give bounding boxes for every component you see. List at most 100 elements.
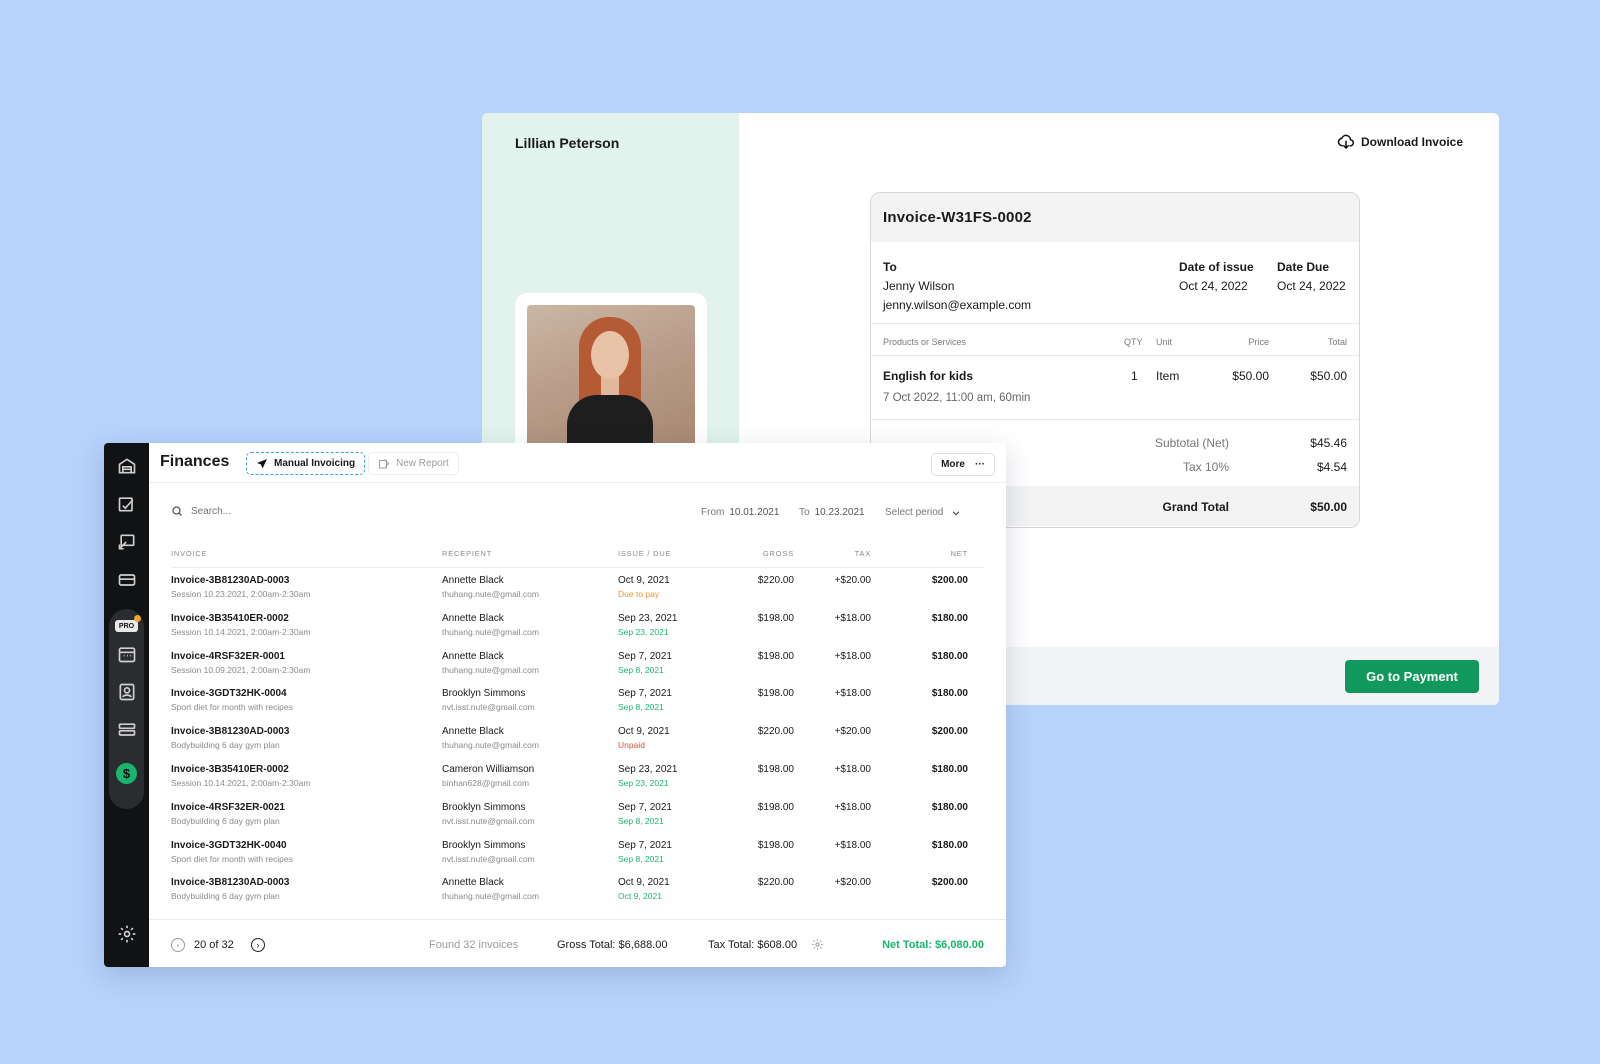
client-photo <box>527 305 695 455</box>
recipient-name: Brooklyn Simmons <box>442 839 526 851</box>
recipient-name: Annette Black <box>442 726 504 738</box>
recipient-name: Brooklyn Simmons <box>442 801 526 813</box>
recipient-name: Annette Black <box>442 650 504 662</box>
screen-share-icon[interactable] <box>116 531 137 552</box>
tax-total: Tax Total: $608.00 <box>708 939 798 951</box>
invoice-line-item: English for kids 7 Oct 2022, 11:00 am, 6… <box>871 356 1359 420</box>
go-to-payment-button[interactable]: Go to Payment <box>1345 660 1479 693</box>
finances-table-header: INVOICE RECEPIENT ISSUE / DUE GROSS TAX … <box>171 544 984 568</box>
invoice-to: To Jenny Wilson jenny.wilson@example.com <box>883 258 1031 315</box>
table-row[interactable]: Invoice-3B35410ER-0002 Session 10.14.2021… <box>171 762 984 800</box>
gross-total: Gross Total: $6,688.00 <box>557 939 668 951</box>
item-unit: Item <box>1156 369 1180 383</box>
recipient-email: nvt.isst.nute@gmail.com <box>442 815 535 826</box>
client-name: Lillian Peterson <box>515 135 620 151</box>
pro-icon[interactable]: PRO <box>115 620 138 632</box>
net-amount: $180.00 <box>931 801 968 813</box>
invoice-description: Session 10.14.2021, 2:00am-2:30am <box>171 626 311 637</box>
calendar-icon[interactable] <box>116 643 137 664</box>
tab-manual-invoicing[interactable]: Manual Invoicing <box>246 452 366 475</box>
finances-table-body: Invoice-3B81230AD-0003 Session 10.23.2021… <box>171 573 984 913</box>
notification-dot <box>134 615 141 622</box>
settings-gear-icon[interactable] <box>116 923 137 944</box>
recipient-name: Brooklyn Simmons <box>442 688 526 700</box>
select-period-dropdown[interactable]: Select period <box>885 507 961 518</box>
gross-amount: $198.00 <box>757 801 794 813</box>
found-count: Found 32 invoices <box>429 939 519 951</box>
prev-page-icon[interactable]: ‹ <box>171 938 185 952</box>
net-amount: $180.00 <box>931 688 968 700</box>
invoice-meta: To Jenny Wilson jenny.wilson@example.com… <box>871 242 1359 324</box>
dollar-icon[interactable]: $ <box>116 763 137 784</box>
col-unit: Unit <box>1156 337 1173 347</box>
table-row[interactable]: Invoice-3GDT32HK-0040 Sport diet for mont… <box>171 838 984 876</box>
card-icon[interactable] <box>116 569 137 590</box>
invoice-description: Sport diet for month with recipes <box>171 702 293 713</box>
invoice-id: Invoice-4RSF32ER-0001 <box>171 650 285 662</box>
table-row[interactable]: Invoice-3B81230AD-0003 Bodybuilding 6 day… <box>171 724 984 762</box>
more-button[interactable]: More ··· <box>931 453 995 476</box>
subtotal-label: Subtotal (Net) <box>1154 436 1229 450</box>
from-label: From <box>701 507 725 518</box>
invoice-description: Bodybuilding 6 day gym plan <box>171 740 280 751</box>
invoice-description: Sport diet for month with recipes <box>171 853 293 864</box>
table-row[interactable]: Invoice-3B81230AD-0003 Session 10.23.2021… <box>171 573 984 611</box>
issue-date: Sep 23, 2021 <box>618 763 678 775</box>
finances-window: PRO $ Finances Manual Invoicing New Repo… <box>104 443 1006 967</box>
issue-date: Sep 7, 2021 <box>618 839 672 851</box>
tax-value: $4.54 <box>1316 460 1347 474</box>
tax-amount: +$18.00 <box>834 688 871 700</box>
invoice-description: Bodybuilding 6 day gym plan <box>171 815 280 826</box>
issue-date: Oct 9, 2021 <box>618 575 670 586</box>
date-to[interactable]: To 10.23.2021 <box>799 507 865 518</box>
table-row[interactable]: Invoice-4RSF32ER-0001 Session 10.09.2021,… <box>171 649 984 687</box>
to-name: Jenny Wilson <box>883 279 955 293</box>
storage-icon[interactable] <box>116 719 137 740</box>
tax-settings-icon[interactable] <box>811 938 824 951</box>
garage-icon[interactable] <box>116 455 137 476</box>
net-amount: $200.00 <box>931 575 968 586</box>
col-gross: GROSS <box>762 549 794 558</box>
col-recipient: RECEPIENT <box>442 549 493 558</box>
col-price: Price <box>1248 337 1269 347</box>
col-tax: TAX <box>854 549 871 558</box>
edit-board-icon[interactable] <box>116 493 137 514</box>
invoice-id: Invoice-3B35410ER-0002 <box>171 612 289 624</box>
download-invoice-button[interactable]: Download Invoice <box>1337 133 1463 151</box>
search-box[interactable] <box>171 505 351 517</box>
to-email: jenny.wilson@example.com <box>883 298 1032 312</box>
invoice-description: Session 10.14.2021, 2:00am-2:30am <box>171 777 311 788</box>
chevron-down-icon <box>953 510 960 516</box>
tax-amount: +$20.00 <box>834 575 871 586</box>
table-row[interactable]: Invoice-3B35410ER-0002 Session 10.14.2021… <box>171 611 984 649</box>
table-row[interactable]: Invoice-4RSF32ER-0021 Bodybuilding 6 day … <box>171 800 984 838</box>
issue-date: Oct 9, 2021 <box>618 877 670 889</box>
contact-icon[interactable] <box>116 681 137 702</box>
search-icon <box>172 506 182 516</box>
table-row[interactable]: Invoice-3B81230AD-0003 Bodybuilding 6 day… <box>171 875 984 913</box>
invoice-id: Invoice-3B81230AD-0003 <box>171 575 290 586</box>
gross-amount: $220.00 <box>757 877 794 889</box>
item-total: $50.00 <box>1310 369 1347 383</box>
recipient-email: thuhang.nute@gmail.com <box>442 740 539 751</box>
table-row[interactable]: Invoice-3GDT32HK-0004 Sport diet for mont… <box>171 686 984 724</box>
next-page-icon[interactable]: › <box>251 938 265 952</box>
col-net: NET <box>950 549 968 558</box>
net-amount: $180.00 <box>931 650 968 662</box>
issue-date: Oct 24, 2022 <box>1179 279 1248 293</box>
period-label: Select period <box>885 507 944 518</box>
finances-footer: ‹ 20 of 32 › Found 32 invoices Gross Tot… <box>149 919 1006 967</box>
date-from[interactable]: From 10.01.2021 <box>701 507 779 518</box>
ellipsis-icon: ··· <box>975 459 985 470</box>
grand-total-label: Grand Total <box>1162 500 1229 514</box>
to-value: 10.23.2021 <box>814 507 865 518</box>
sidebar: PRO $ <box>104 443 149 967</box>
tab-new-report-label: New Report <box>396 458 449 469</box>
finances-header: Finances Manual Invoicing New Report Mor… <box>149 443 1006 483</box>
col-invoice: INVOICE <box>171 549 208 558</box>
more-label: More <box>941 459 965 470</box>
gross-amount: $198.00 <box>757 688 794 700</box>
tax-label: Tax 10% <box>1182 460 1229 474</box>
search-input[interactable] <box>191 505 351 517</box>
tab-new-report[interactable]: New Report <box>368 452 459 475</box>
